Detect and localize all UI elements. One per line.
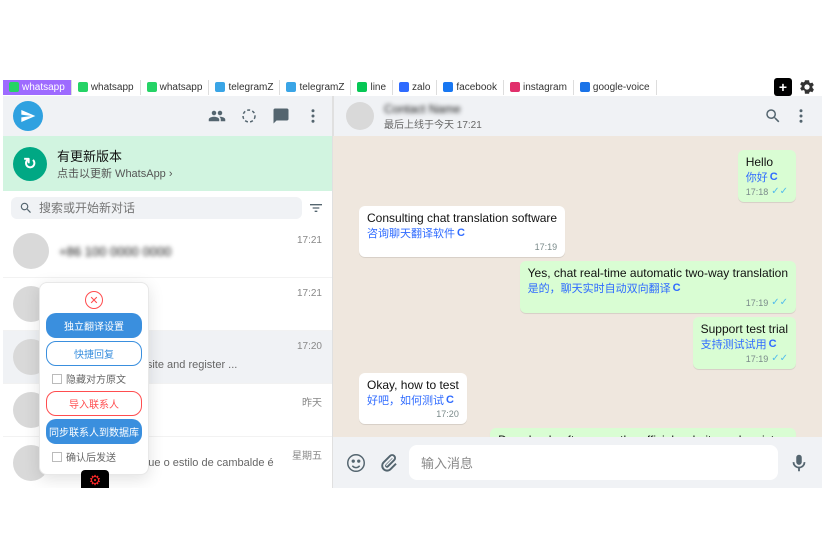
search-input[interactable] [39, 201, 294, 215]
account-tab-instagram[interactable]: instagram [504, 80, 574, 95]
zalo-icon [399, 82, 409, 92]
message-time: 17:19 [746, 298, 769, 308]
account-tab-google-voice[interactable]: google-voice [574, 80, 657, 95]
ig-icon [510, 82, 520, 92]
message-translation: 好吧，如何测试C [367, 392, 459, 408]
popup-translate-settings[interactable]: 独立翻译设置 [46, 313, 142, 338]
contact-avatar[interactable] [346, 102, 374, 130]
fb-icon [443, 82, 453, 92]
account-tab-telegramZ[interactable]: telegramZ [280, 80, 351, 95]
chat-time: 17:21 [297, 235, 322, 246]
gear-icon: ⚙ [89, 472, 102, 489]
popup-close-button[interactable]: ✕ [85, 291, 103, 309]
popup-sync-contacts[interactable]: 同步联系人到数据库 [46, 419, 142, 444]
message-bubble[interactable]: Download software on the official websit… [490, 428, 796, 437]
add-account-button[interactable]: + [774, 78, 792, 96]
chat-time: 17:20 [297, 341, 322, 352]
mic-icon[interactable] [788, 452, 810, 474]
account-tabstrip: whatsappwhatsappwhatsapptelegramZtelegra… [3, 78, 822, 96]
message-translation: 支持测试试用C [701, 336, 788, 352]
filter-icon[interactable] [308, 200, 324, 216]
refresh-icon: ↻ [13, 147, 47, 181]
message-row: Okay, how to test 好吧，如何测试C 17:20 [359, 373, 796, 424]
account-tab-whatsapp[interactable]: whatsapp [72, 80, 141, 95]
chat-time: 17:21 [297, 288, 322, 299]
message-row: Hello 你好C 17:18✓✓ [359, 150, 796, 202]
message-row: Consulting chat translation software 咨询聊… [359, 206, 796, 257]
message-row: Support test trial 支持测试试用C 17:19✓✓ [359, 317, 796, 369]
conv-search-icon[interactable] [764, 107, 782, 125]
account-tab-zalo[interactable]: zalo [393, 80, 437, 95]
message-bubble[interactable]: Yes, chat real-time automatic two-way tr… [520, 261, 796, 313]
message-time: 17:18 [746, 187, 769, 197]
gv-icon [580, 82, 590, 92]
popup-confirm-send-checkbox[interactable]: 确认后发送 [46, 447, 142, 466]
account-tab-whatsapp[interactable]: whatsapp [141, 80, 210, 95]
chat-avatar [13, 233, 49, 269]
message-text: Yes, chat real-time automatic two-way tr… [528, 266, 788, 280]
update-banner[interactable]: ↻ 有更新版本 点击以更新 WhatsApp › [3, 136, 332, 191]
message-bubble[interactable]: Support test trial 支持测试试用C 17:19✓✓ [693, 317, 796, 369]
sidebar: ↻ 有更新版本 点击以更新 WhatsApp › +86 100 0000 00… [3, 96, 333, 488]
wa-icon [147, 82, 157, 92]
emoji-icon[interactable] [345, 452, 367, 474]
contact-name: Contact Name [384, 102, 754, 116]
message-text: Hello [746, 155, 788, 169]
read-ticks-icon: ✓✓ [771, 353, 788, 364]
line-icon [357, 82, 367, 92]
contact-status: 最后上线于今天 17:21 [384, 116, 754, 131]
message-text: Support test trial [701, 322, 788, 336]
search-box[interactable] [11, 197, 302, 219]
tg-icon [215, 82, 225, 92]
banner-subtitle: 点击以更新 WhatsApp › [57, 165, 173, 181]
status-icon[interactable] [240, 107, 258, 125]
message-translation: 咨询聊天翻译软件C [367, 225, 557, 241]
search-icon [19, 201, 33, 215]
tg-icon [286, 82, 296, 92]
chat-item[interactable]: +86 100 0000 0000 17:21 [3, 225, 332, 278]
account-tab-whatsapp[interactable]: whatsapp [3, 80, 72, 95]
message-row: Download software on the official websit… [359, 428, 796, 437]
message-row: Yes, chat real-time automatic two-way tr… [359, 261, 796, 313]
message-bubble[interactable]: Consulting chat translation software 咨询聊… [359, 206, 565, 257]
message-time: 17:19 [746, 354, 769, 364]
message-text: Okay, how to test [367, 378, 459, 392]
chat-time: 昨天 [302, 394, 322, 409]
popup-hide-original-checkbox[interactable]: 隐藏对方原文 [46, 369, 142, 388]
account-tab-facebook[interactable]: facebook [437, 80, 504, 95]
read-ticks-icon: ✓✓ [771, 186, 788, 197]
message-translation: 你好C [746, 169, 788, 185]
settings-gear-icon[interactable] [798, 78, 816, 96]
account-tab-line[interactable]: line [351, 80, 393, 95]
message-time: 17:19 [535, 242, 558, 252]
banner-title: 有更新版本 [57, 146, 173, 165]
menu-dots-icon[interactable] [304, 107, 322, 125]
popup-quick-reply[interactable]: 快捷回复 [46, 341, 142, 366]
message-bubble[interactable]: Hello 你好C 17:18✓✓ [738, 150, 796, 202]
my-avatar[interactable] [13, 101, 43, 131]
chat-time: 星期五 [292, 447, 322, 462]
message-text: Consulting chat translation software [367, 211, 557, 225]
message-translation: 是的，聊天实时自动双向翻译C [528, 280, 788, 296]
message-bubble[interactable]: Okay, how to test 好吧，如何测试C 17:20 [359, 373, 467, 424]
conversation-pane: Contact Name 最后上线于今天 17:21 Hello 你好C 17:… [333, 96, 822, 488]
context-popup: ✕ 独立翻译设置 快捷回复 隐藏对方原文 导入联系人 同步联系人到数据库 确认后… [39, 282, 149, 475]
read-ticks-icon: ✓✓ [771, 297, 788, 308]
account-tab-telegramZ[interactable]: telegramZ [209, 80, 280, 95]
message-time: 17:20 [436, 409, 459, 419]
wa-icon [78, 82, 88, 92]
floating-settings-badge[interactable]: ⚙ 设置 [81, 470, 109, 488]
attach-icon[interactable] [377, 452, 399, 474]
popup-import-contacts[interactable]: 导入联系人 [46, 391, 142, 416]
message-text: Download software on the official websit… [498, 433, 788, 437]
messages-area: Hello 你好C 17:18✓✓ Consulting chat transl… [333, 136, 822, 437]
conv-menu-icon[interactable] [792, 107, 810, 125]
communities-icon[interactable] [208, 107, 226, 125]
message-input[interactable]: 输入消息 [409, 445, 778, 480]
new-chat-icon[interactable] [272, 107, 290, 125]
chat-name: +86 100 0000 0000 [59, 244, 287, 259]
wa-icon [9, 82, 19, 92]
